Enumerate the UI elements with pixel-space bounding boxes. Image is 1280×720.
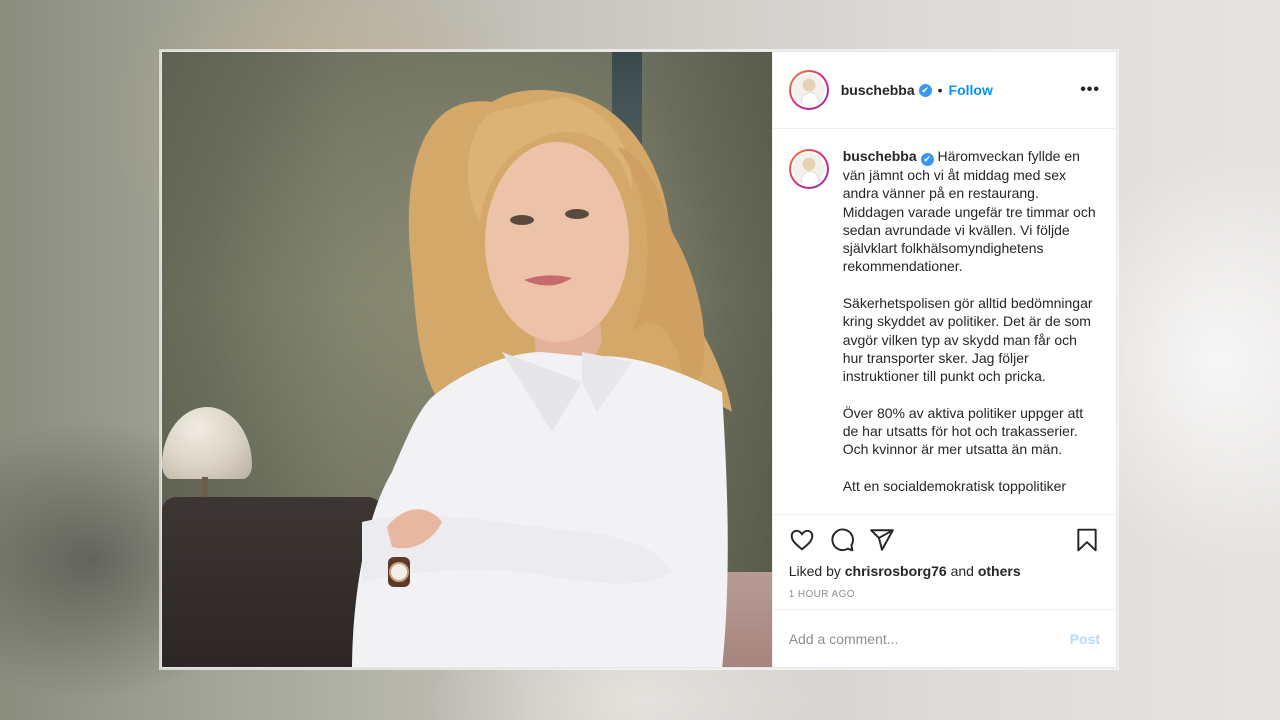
share-icon[interactable] — [869, 527, 895, 553]
liked-by-text: Liked by chrisrosborg76 and others — [789, 563, 1100, 579]
action-icons-row — [789, 525, 1100, 555]
caption-text: buschebba ✔ Häromveckan fyllde en vän jäm… — [843, 147, 1100, 507]
avatar[interactable] — [788, 70, 829, 110]
post-timestamp[interactable]: 1 HOUR AGO — [789, 589, 1100, 600]
liked-by-prefix: Liked by — [788, 563, 841, 579]
post-comment-button[interactable]: Post — [1070, 631, 1100, 647]
post-sidebar: buschebba ✔ • Follow ••• buschebba ✔ Häro… — [771, 52, 1116, 667]
caption-verified-badge-icon: ✔ — [920, 153, 934, 166]
comment-box: Post — [772, 609, 1116, 667]
bookmark-icon[interactable] — [1074, 527, 1100, 553]
caption-section: buschebba ✔ Häromveckan fyllde en vän jäm… — [773, 129, 1116, 514]
actions-section: Liked by chrisrosborg76 and others 1 HOU… — [772, 514, 1116, 609]
caption-body: Häromveckan fyllde en vän jämnt och vi å… — [842, 148, 1096, 495]
heart-icon[interactable] — [789, 527, 815, 553]
liked-by-and: and — [950, 563, 974, 579]
caption-avatar[interactable] — [788, 149, 829, 189]
post-photo[interactable] — [162, 52, 772, 667]
caption-avatar-image — [792, 153, 825, 185]
comment-icon[interactable] — [829, 527, 855, 553]
photo-person — [352, 90, 732, 667]
post-header: buschebba ✔ • Follow ••• — [772, 52, 1116, 129]
caption-username-link[interactable]: buschebba — [843, 148, 917, 164]
liked-by-user-link[interactable]: chrisrosborg76 — [845, 563, 947, 579]
more-options-icon[interactable]: ••• — [1080, 81, 1100, 99]
comment-input[interactable] — [788, 630, 1070, 647]
liked-by-others-link[interactable]: others — [978, 563, 1021, 579]
verified-badge-icon: ✔ — [918, 83, 932, 97]
avatar-image — [792, 74, 825, 106]
instagram-post-card: buschebba ✔ • Follow ••• buschebba ✔ Häro… — [161, 51, 1117, 668]
username-link[interactable]: buschebba — [841, 82, 915, 98]
follow-button[interactable]: Follow — [949, 82, 993, 98]
separator-dot: • — [937, 82, 943, 98]
